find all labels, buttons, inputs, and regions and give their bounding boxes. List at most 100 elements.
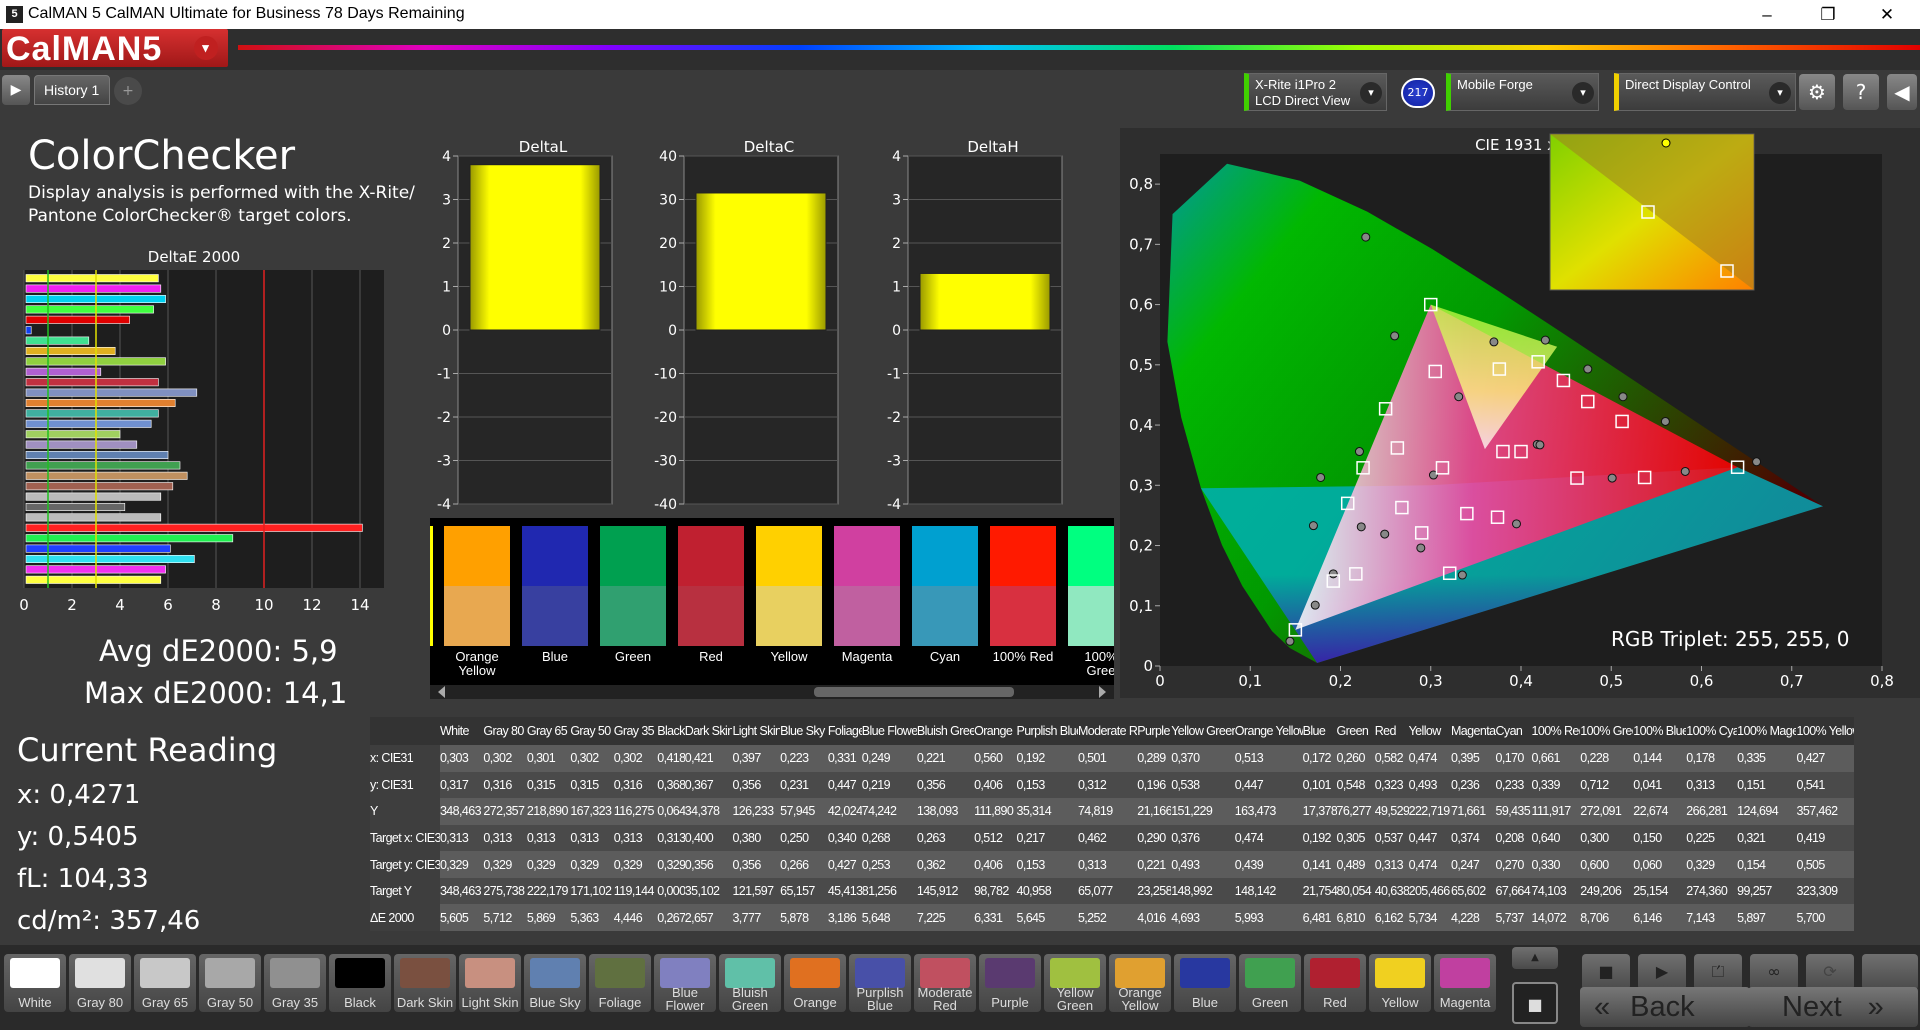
patch-button[interactable]: Yellow Green <box>1044 954 1106 1012</box>
back-label: Back <box>1630 991 1695 1023</box>
patch-label: Magenta <box>1439 995 1491 1010</box>
table-cell: 151,229 <box>1171 798 1235 825</box>
patch-button[interactable]: Gray 65 <box>134 954 196 1012</box>
patch-button[interactable]: Foliage <box>589 954 651 1012</box>
loop-button[interactable]: ∞ <box>1750 954 1798 990</box>
patch-button[interactable]: Purple <box>979 954 1041 1012</box>
options-button[interactable] <box>1862 954 1918 990</box>
table-cell: 0,303 <box>439 745 484 772</box>
column-header: White <box>439 717 484 745</box>
scroll-up-icon[interactable]: ▲ <box>1512 947 1558 969</box>
deltae-bar <box>25 284 162 293</box>
swatch-label: Red <box>699 649 723 664</box>
table-cell: 222,719 <box>1408 798 1451 825</box>
patch-button[interactable]: Purplish Blue <box>849 954 911 1012</box>
table-cell: 0,141 <box>1302 851 1337 878</box>
patch-button[interactable]: Gray 50 <box>199 954 261 1012</box>
table-cell: 0,356 <box>916 771 975 799</box>
x-tick-label: 10 <box>254 596 273 614</box>
meter-badge[interactable]: 217 <box>1401 78 1435 108</box>
play-button[interactable]: ▶ <box>1638 954 1686 990</box>
scroll-left-icon[interactable] <box>438 686 445 698</box>
column-header: Red <box>1374 717 1409 745</box>
back-button[interactable]: « Back <box>1580 987 1750 1027</box>
swatch-target <box>756 586 822 646</box>
y-tick-label: 0 <box>1143 657 1153 675</box>
patch-color <box>1245 958 1295 988</box>
table-cell: 116,275 <box>613 798 658 825</box>
record-button[interactable]: ■ <box>1512 982 1558 1024</box>
meter-selector[interactable]: X-Rite i1Pro 2 LCD Direct View ▾ <box>1244 73 1387 111</box>
swatch <box>990 526 1056 646</box>
table-cell: 121,597 <box>732 877 781 905</box>
patch-button[interactable]: Red <box>1304 954 1366 1012</box>
refresh-button[interactable]: ⟳ <box>1806 954 1854 990</box>
patch-button[interactable]: Green <box>1239 954 1301 1012</box>
description: Display analysis is performed with the X… <box>28 182 428 228</box>
tab-history-1[interactable]: History 1 <box>34 75 110 105</box>
measured-point <box>1356 522 1366 532</box>
table-cell: 0,537 <box>1374 824 1409 852</box>
patch-label: Dark Skin <box>396 995 454 1010</box>
help-icon[interactable]: ? <box>1843 74 1879 110</box>
table-cell: 0,367 <box>684 771 733 799</box>
y-tick-label: 0,7 <box>1129 235 1153 253</box>
scroll-right-icon[interactable] <box>1099 686 1106 698</box>
source-selector[interactable]: Mobile Forge ▾ <box>1446 73 1599 111</box>
play-icon[interactable]: ▶ <box>2 75 30 105</box>
scroll-thumb[interactable] <box>814 687 1014 697</box>
add-tab-button[interactable]: + <box>114 77 142 105</box>
table-cell: 0,356 <box>732 771 781 799</box>
collapse-icon[interactable]: ◀ <box>1887 74 1917 110</box>
row-label: Target Y <box>370 877 440 905</box>
patch-button[interactable]: Blue Sky <box>524 954 586 1012</box>
x-tick-label: 4 <box>115 596 125 614</box>
patch-button[interactable]: White <box>4 954 66 1012</box>
patch-button[interactable]: Black <box>329 954 391 1012</box>
table-cell: 0,250 <box>780 824 828 852</box>
table-cell: 0,253 <box>861 851 917 878</box>
x-tick-label: 0 <box>1155 672 1165 690</box>
patch-button[interactable]: Gray 80 <box>69 954 131 1012</box>
table-cell: 0,313 <box>1374 851 1409 878</box>
calman-logo-menu[interactable]: CalMAN5 ▾ <box>2 29 228 68</box>
close-button[interactable]: ✕ <box>1864 0 1910 29</box>
patch-button[interactable]: Yellow <box>1369 954 1431 1012</box>
patch-button[interactable]: Dark Skin <box>394 954 456 1012</box>
next-button[interactable]: Next » <box>1748 987 1918 1027</box>
maximize-button[interactable]: ❐ <box>1805 0 1851 29</box>
patch-button[interactable]: Light Skin <box>459 954 521 1012</box>
patch-button[interactable]: Orange <box>784 954 846 1012</box>
table-cell: 6,146 <box>1633 904 1687 931</box>
swatch <box>1068 526 1114 646</box>
patch-button[interactable]: Bluish Green <box>719 954 781 1012</box>
table-cell: 0,196 <box>1137 771 1172 799</box>
table-cell: 0,427 <box>1796 745 1854 772</box>
patch-button[interactable]: Orange Yellow <box>1109 954 1171 1012</box>
horizontal-scrollbar[interactable] <box>430 685 1114 699</box>
patch-button[interactable]: Gray 35 <box>264 954 326 1012</box>
table-cell: 0,400 <box>684 824 733 852</box>
patch-button[interactable]: Blue <box>1174 954 1236 1012</box>
patch-button[interactable]: Blue Flower <box>654 954 716 1012</box>
deltae-bar <box>25 336 90 345</box>
display-selector[interactable]: Direct Display Control ▾ <box>1614 73 1796 111</box>
table-cell: 80,054 <box>1336 877 1375 905</box>
y-tick-label: 1 <box>442 280 451 296</box>
stop-button[interactable]: ■ <box>1582 954 1630 990</box>
table-cell: 0,661 <box>1531 745 1581 772</box>
patch-button[interactable]: Magenta <box>1434 954 1496 1012</box>
table-cell: 0,640 <box>1531 824 1581 852</box>
patch-label: Purplish Blue <box>856 985 904 1013</box>
minimize-button[interactable]: – <box>1744 0 1790 29</box>
patch-button[interactable]: Moderate Red <box>914 954 976 1012</box>
table-cell: 0,505 <box>1796 851 1854 878</box>
table-cell: 167,323 <box>570 798 614 825</box>
swatch-label: 100% Gree <box>1084 649 1114 678</box>
measured-point <box>1310 600 1320 610</box>
step-button[interactable]: ⏍ <box>1694 954 1742 990</box>
measured-point <box>1583 364 1593 374</box>
gear-icon[interactable]: ⚙ <box>1799 74 1835 110</box>
table-cell: 0,313 <box>483 824 527 852</box>
swatch-target <box>912 586 978 646</box>
